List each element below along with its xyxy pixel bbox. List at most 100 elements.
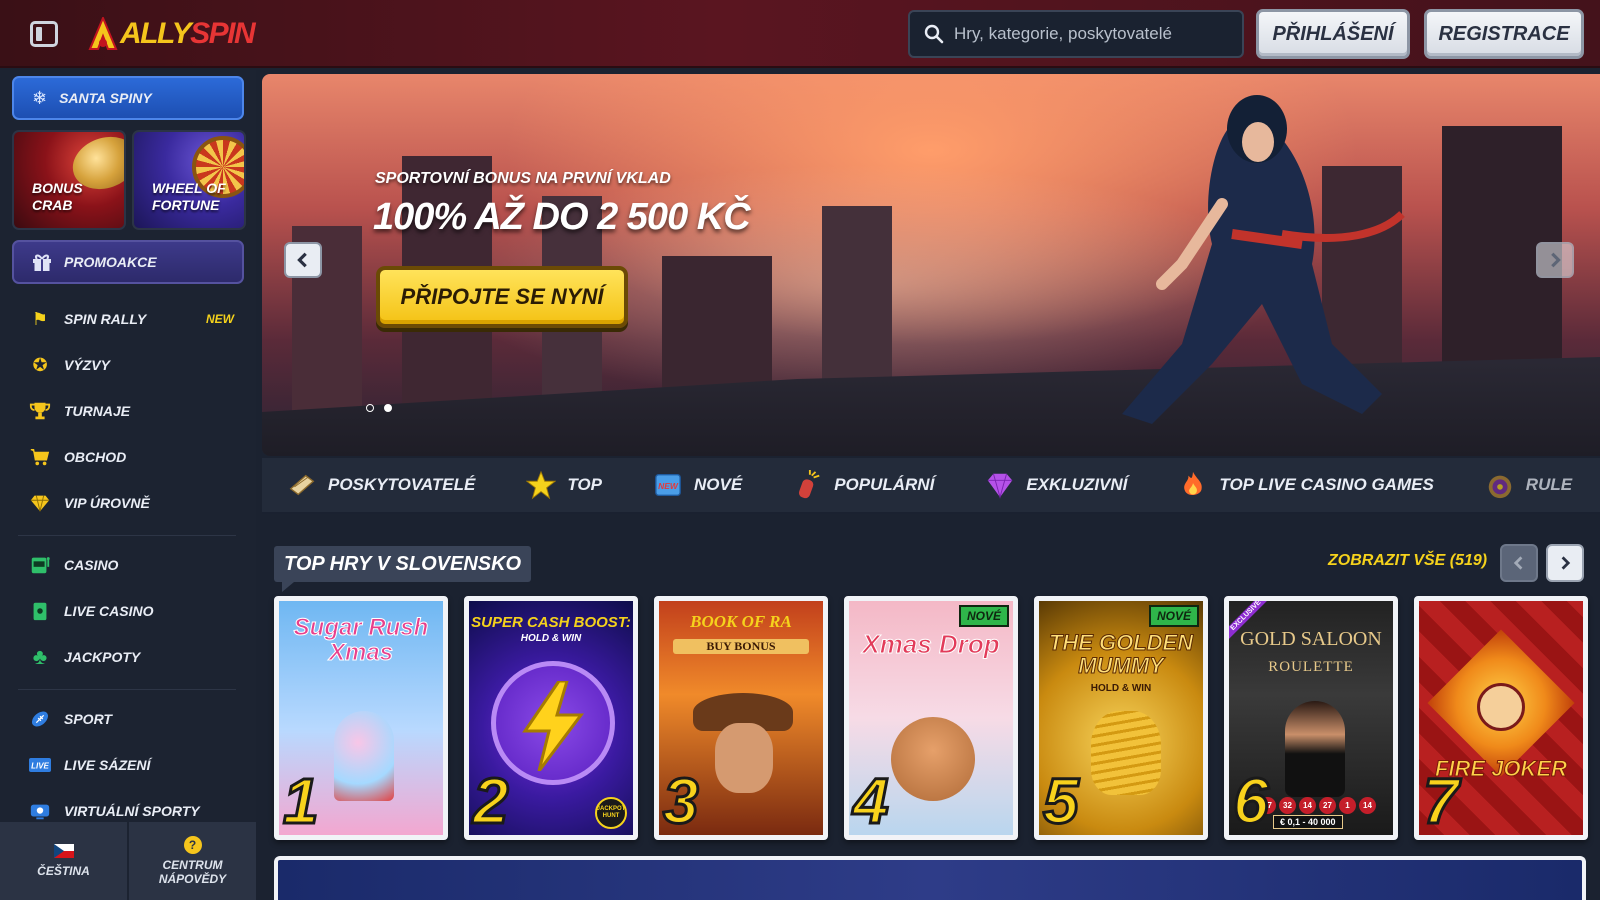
game-subtitle: HOLD & WIN — [520, 633, 582, 644]
category-popular[interactable]: POPULÁRNÍ — [768, 458, 960, 512]
game-title: THE GOLDEN MUMMY — [1048, 630, 1194, 679]
sidebar-item-sport[interactable]: SPORT — [28, 704, 234, 734]
czech-flag-icon — [53, 844, 74, 858]
sidebar-item-label: SPIN RALLY — [64, 311, 147, 327]
promotions-button[interactable]: PROMOAKCE — [12, 240, 244, 284]
wheel-of-fortune-tile[interactable]: WHEEL OF FORTUNE — [132, 130, 246, 230]
new-badge: NEW — [206, 312, 234, 326]
medal-icon: ✪ — [32, 354, 48, 375]
category-label: TOP — [567, 475, 602, 494]
game-card-book-of-ra[interactable]: BOOK OF RA BUY BONUS 3 — [654, 596, 828, 840]
roulette-number: 14 — [1359, 797, 1376, 814]
hero-title: 100% AŽ DO 2 500 KČ — [373, 196, 751, 238]
hero-subtitle: SPORTOVNÍ BONUS NA PRVNÍ VKLAD — [375, 170, 671, 187]
next-promo-banner[interactable] — [274, 856, 1586, 900]
game-title: SUPER CASH BOOST: — [471, 614, 631, 631]
gift-icon — [33, 254, 51, 271]
category-exclusive[interactable]: EXKLUZIVNÍ — [960, 458, 1153, 512]
svg-text:LIVE: LIVE — [31, 762, 49, 771]
chevron-right-icon — [1551, 252, 1561, 268]
mummy-illustration — [1091, 711, 1161, 795]
slide-dot[interactable] — [366, 404, 374, 412]
sidebar-item-live-betting[interactable]: LIVE LIVE SÁZENÍ — [28, 750, 234, 780]
sidebar-item-label: VIRTUÁLNÍ SPORTY — [64, 803, 200, 819]
game-card-golden-mummy[interactable]: NOVÉ THE GOLDEN MUMMY HOLD & WIN 5 — [1034, 596, 1208, 840]
wheel-of-fortune-label: WHEEL OF FORTUNE — [152, 180, 226, 213]
dealer-illustration — [1285, 701, 1345, 797]
bonus-crab-tile[interactable]: BONUS CRAB — [12, 130, 126, 230]
game-rank: 6 — [1232, 765, 1271, 837]
live-cards-icon — [28, 599, 52, 623]
game-card-xmas-drop[interactable]: NOVÉ Xmas Drop 4 — [844, 596, 1018, 840]
category-providers[interactable]: POSKYTOVATELÉ — [262, 458, 501, 512]
category-label: POPULÁRNÍ — [834, 475, 935, 494]
sidebar: ❄ SANTA SPINY BONUS CRAB WHEEL OF FORTUN… — [0, 70, 256, 900]
sidebar-item-label: LIVE SÁZENÍ — [64, 757, 151, 773]
allyspin-logo[interactable]: ALLYSPIN — [88, 14, 256, 54]
roulette-icon — [1484, 469, 1516, 501]
logo-mark-icon — [88, 15, 118, 51]
sidebar-item-jackpots[interactable]: ♣ JACKPOTY — [28, 642, 234, 672]
slot-icon — [28, 553, 52, 577]
search-input[interactable] — [954, 24, 1224, 44]
sidebar-item-tournaments[interactable]: TURNAJE — [28, 396, 234, 426]
jackpot-hunt-badge: JACKPOT HUNT — [595, 797, 627, 829]
sidebar-item-challenges[interactable]: ✪ VÝZVY — [28, 350, 234, 380]
hero-next-button[interactable] — [1536, 242, 1574, 278]
game-rank: 7 — [1422, 765, 1461, 837]
santa-spins-label: SANTA SPINY — [59, 90, 152, 106]
cart-icon — [28, 445, 52, 469]
game-card-fire-joker[interactable]: FIRE JOKER 7 — [1414, 596, 1588, 840]
sidebar-item-label: VÝZVY — [64, 357, 110, 373]
hero-banner[interactable]: SPORTOVNÍ BONUS NA PRVNÍ VKLAD 100% AŽ D… — [262, 74, 1600, 456]
games-next-button[interactable] — [1546, 544, 1584, 582]
new-badge: NOVÉ — [958, 605, 1009, 627]
register-button[interactable]: REGISTRACE — [1424, 9, 1584, 59]
sidebar-item-shop[interactable]: OBCHOD — [28, 442, 234, 472]
category-top-live-casino[interactable]: TOP LIVE CASINO GAMES — [1153, 458, 1459, 512]
sidebar-toggle-icon[interactable] — [30, 21, 58, 47]
recent-numbers: 27 32 14 27 1 14 — [1259, 797, 1376, 814]
sidebar-item-vip-levels[interactable]: VIP ÚROVNĚ — [28, 488, 234, 518]
firecracker-icon — [792, 469, 824, 501]
sidebar-item-spin-rally[interactable]: ⚑ SPIN RALLY NEW — [28, 304, 234, 334]
view-all-link[interactable]: ZOBRAZIT VŠE (519) — [1328, 552, 1487, 570]
category-new[interactable]: NEW NOVÉ — [628, 458, 768, 512]
gem-icon — [984, 469, 1016, 501]
roulette-number: 14 — [1299, 797, 1316, 814]
sidebar-item-label: VIP ÚROVNĚ — [64, 495, 150, 511]
svg-text:NEW: NEW — [658, 481, 679, 491]
game-card-sugar-rush-xmas[interactable]: Sugar Rush Xmas 1 — [274, 596, 448, 840]
sidebar-item-casino[interactable]: CASINO — [28, 550, 234, 580]
search-box[interactable] — [908, 10, 1244, 58]
trophy-icon — [28, 399, 52, 423]
help-center-button[interactable]: ? CENTRUM NÁPOVĚDY — [129, 822, 256, 900]
candy-machine-illustration — [334, 711, 394, 801]
hero-prev-button[interactable] — [284, 242, 322, 278]
language-selector[interactable]: ČEŠTINA — [0, 822, 129, 900]
game-title: BOOK OF RA — [690, 612, 792, 631]
slide-dot-active[interactable] — [384, 404, 392, 412]
diamond-icon — [28, 491, 52, 515]
games-prev-button[interactable] — [1500, 544, 1538, 582]
game-card-gold-saloon-roulette[interactable]: EXCLUSIVE GOLD SALOON ROULETTE 27 32 14 … — [1224, 596, 1398, 840]
hero-pagination — [366, 404, 392, 412]
flag-icon: ⚑ — [31, 308, 49, 329]
sidebar-item-live-casino[interactable]: LIVE CASINO — [28, 596, 234, 626]
category-top[interactable]: TOP — [501, 458, 628, 512]
live-icon: LIVE — [28, 753, 52, 777]
game-subtitle: HOLD & WIN — [1090, 683, 1152, 694]
sidebar-item-label: OBCHOD — [64, 449, 127, 465]
game-rank: 3 — [662, 765, 701, 837]
game-title: GOLD SALOON — [1240, 628, 1382, 650]
search-icon — [924, 24, 944, 44]
login-button[interactable]: PŘIHLÁŠENÍ — [1256, 9, 1410, 59]
game-card-super-cash-boost[interactable]: SUPER CASH BOOST: HOLD & WIN JACKPOT HUN… — [464, 596, 638, 840]
category-roulette[interactable]: RULE — [1460, 458, 1598, 512]
help-icon: ? — [183, 836, 202, 854]
santa-spins-button[interactable]: ❄ SANTA SPINY — [12, 76, 244, 120]
game-title: Sugar Rush Xmas — [293, 614, 429, 667]
join-now-button[interactable]: PŘIPOJTE SE NYNÍ — [376, 266, 628, 328]
roulette-number: 1 — [1339, 797, 1356, 814]
top-header: ALLYSPIN PŘIHLÁŠENÍ REGISTRACE — [0, 0, 1600, 68]
